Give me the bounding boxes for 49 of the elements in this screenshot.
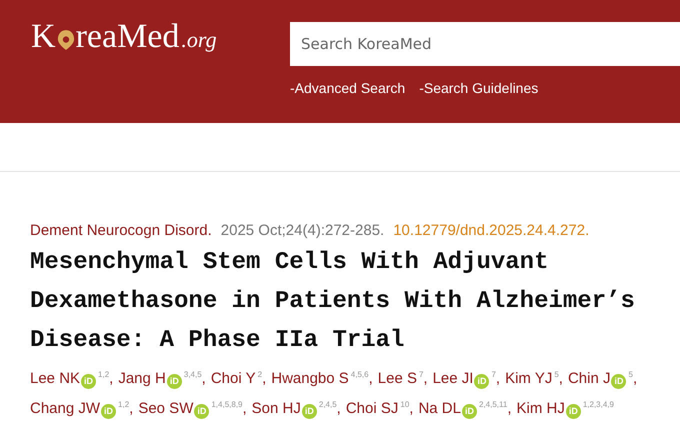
author-link[interactable]: Lee NK — [30, 370, 80, 387]
comma-separator: , — [507, 400, 512, 417]
affiliation-numbers: 1,4,5,8,9 — [211, 400, 242, 409]
comma-separator: , — [242, 400, 247, 417]
author-link[interactable]: Jang H — [118, 370, 166, 387]
author-link[interactable]: Lee S — [378, 370, 417, 387]
author-link[interactable]: Lee JI — [432, 370, 474, 387]
search-field[interactable]: Search KoreaMed — [290, 22, 680, 66]
affiliation-numbers: 2,4,5,11 — [478, 400, 508, 409]
affiliation-numbers: 4,5,6 — [350, 370, 369, 379]
journal-name[interactable]: Dement Neurocogn Disord. — [30, 222, 212, 239]
site-logo[interactable]: K reaMed.org — [31, 18, 290, 58]
affiliation-numbers: 7 — [491, 370, 496, 379]
comma-separator: , — [202, 370, 206, 387]
pin-icon — [56, 29, 75, 51]
affiliation-numbers: 1,2 — [98, 370, 110, 379]
author-link[interactable]: Kim HJ — [516, 400, 565, 417]
author-link[interactable]: Na DL — [418, 400, 461, 417]
comma-separator: , — [558, 370, 563, 387]
comma-separator: , — [262, 370, 266, 387]
affiliation-numbers: 5 — [628, 370, 633, 379]
affiliation-numbers: 5 — [554, 370, 559, 379]
author-link[interactable]: Son HJ — [252, 400, 301, 417]
comma-separator: , — [423, 370, 428, 387]
article-title: Mesenchymal Stem Cells With Adjuvant Dexamethasone in Patients With Alzheimer’s Disease: A Phase IIa Trial — [30, 248, 636, 356]
comma-separator: , — [109, 370, 114, 387]
header-link[interactable]: -Search Guidelines — [419, 80, 538, 96]
author-link[interactable]: Kim YJ — [505, 370, 552, 387]
affiliation-numbers: 2,4,5 — [318, 400, 337, 409]
affiliation-numbers: 2 — [258, 370, 262, 379]
author-link[interactable]: Chang JW — [30, 400, 100, 417]
comma-separator: , — [129, 400, 134, 417]
comma-separator: , — [632, 370, 638, 387]
affiliation-numbers: 3,4,5 — [184, 370, 202, 379]
comma-separator: , — [409, 400, 414, 417]
comma-separator: , — [368, 370, 373, 387]
header-link[interactable]: -Advanced Search — [290, 80, 406, 96]
issue-details: 2025 Oct;24(4):272-285. — [220, 222, 384, 239]
affiliation-numbers: 10 — [400, 400, 410, 409]
comma-separator: , — [496, 370, 500, 387]
author-link[interactable]: Choi SJ — [346, 400, 398, 417]
comma-separator: , — [336, 400, 341, 417]
author-link[interactable]: Hwangbo S — [271, 370, 349, 387]
author-link[interactable]: Choi Y — [210, 370, 256, 387]
affiliation-numbers: 7 — [418, 370, 424, 379]
author-link[interactable]: Seo SW — [138, 400, 194, 417]
affiliation-numbers: 1,2,3,4,9 — [582, 400, 614, 409]
affiliation-numbers: 1,2 — [118, 400, 130, 409]
author-link[interactable]: Chin J — [568, 370, 610, 387]
